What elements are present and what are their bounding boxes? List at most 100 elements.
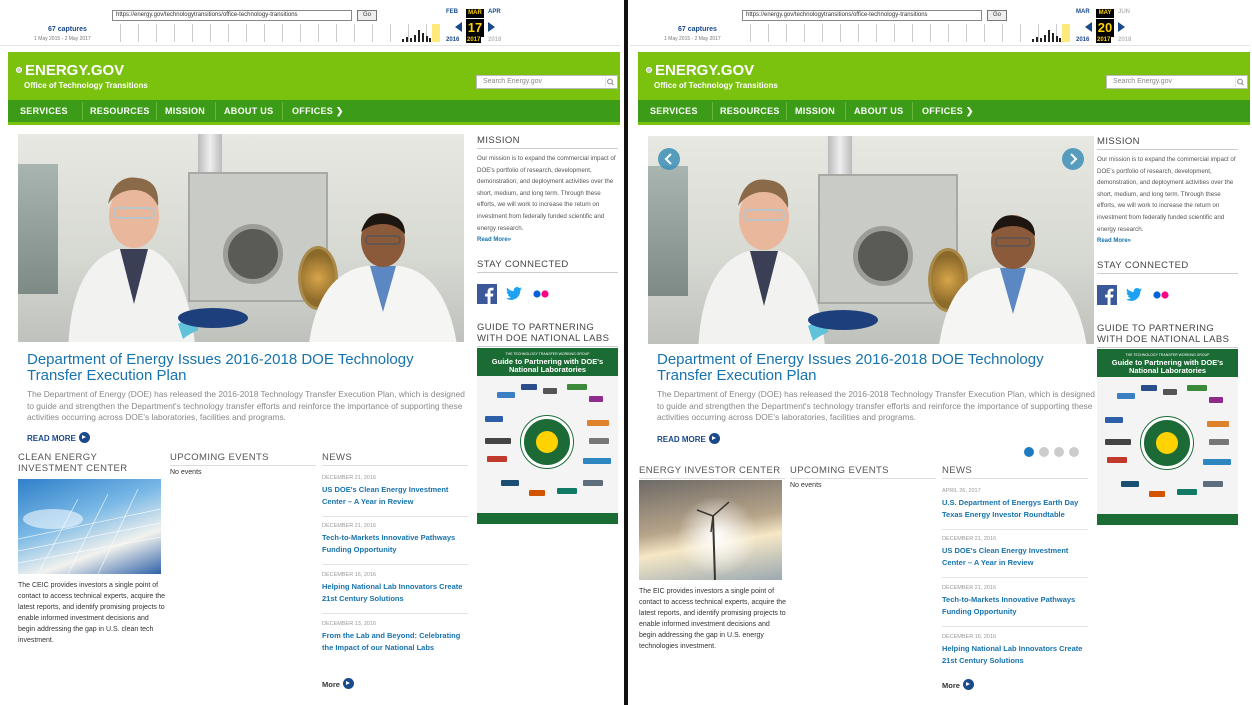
news-title-link[interactable]: Helping National Lab Innovators Create 2… (322, 581, 472, 605)
wayback-captures-link[interactable]: 67 captures (678, 26, 717, 33)
wayback-timeline[interactable] (120, 24, 440, 42)
news-more-link[interactable]: More (322, 678, 354, 689)
nav-about-us[interactable]: ABOUT US (854, 100, 903, 122)
wayback-url-input[interactable]: https://energy.gov/technologytransitions… (112, 10, 352, 21)
wayback-next-arrow-icon[interactable] (1118, 22, 1125, 32)
office-title[interactable]: Office of Technology Transitions (654, 81, 778, 90)
seal-icon (16, 67, 22, 73)
wayback-current-month: MAY (1096, 9, 1114, 18)
guide-partnering-image[interactable]: THE TECHNOLOGY TRANSFER WORKING GROUP Gui… (1097, 349, 1238, 525)
feature-title[interactable]: Department of Energy Issues 2016-2018 DO… (657, 352, 1097, 384)
seal-icon (646, 67, 652, 73)
carousel-dot[interactable] (1054, 447, 1064, 457)
nav-services[interactable]: SERVICES (650, 100, 698, 122)
wayback-prev-year[interactable]: 2016 (1076, 37, 1089, 43)
guide-partnering-image[interactable]: THE TECHNOLOGY TRANSFER WORKING GROUP Gui… (477, 348, 618, 524)
wayback-sparkline (400, 28, 432, 42)
search-input[interactable]: Search Energy.gov (1106, 75, 1248, 89)
search-icon[interactable] (605, 77, 615, 87)
wayback-go-button[interactable]: Go (357, 10, 377, 21)
carousel-prev-button[interactable] (658, 148, 680, 170)
carousel-dot[interactable] (1069, 447, 1079, 457)
wayback-next-month[interactable]: APR (488, 9, 501, 15)
arrow-right-circle-icon (78, 432, 90, 443)
wayback-prev-arrow-icon[interactable] (1085, 22, 1092, 32)
carousel-dot[interactable] (1039, 447, 1049, 457)
flickr-icon[interactable] (1151, 285, 1171, 305)
stay-connected-rule (477, 272, 618, 273)
mission-rule (1097, 149, 1238, 150)
feature-title[interactable]: Department of Energy Issues 2016-2018 DO… (27, 352, 467, 384)
lab-logo (567, 384, 587, 390)
feature-body: The Department of Energy (DOE) has relea… (27, 389, 465, 422)
news-rule (942, 478, 1088, 479)
search-icon[interactable] (1235, 77, 1245, 87)
facebook-icon[interactable] (1097, 285, 1117, 305)
nav-resources[interactable]: RESOURCES (90, 100, 150, 122)
lab-logo (1163, 389, 1177, 395)
twitter-icon[interactable] (1124, 285, 1144, 305)
wind-turbine-image[interactable] (639, 480, 782, 580)
read-more-button[interactable]: READ MORE (27, 432, 90, 443)
news-more-link[interactable]: More (942, 679, 974, 690)
news-rule (322, 465, 468, 466)
wayback-prev-arrow-icon[interactable] (455, 22, 462, 32)
mission-heading: MISSION (1097, 136, 1140, 147)
nav-services[interactable]: SERVICES (20, 100, 68, 122)
news-title-link[interactable]: US DOE's Clean Energy Investment Center … (942, 545, 1092, 569)
energy-gov-logo[interactable]: ENERGY.GOV (646, 62, 754, 79)
news-title-link[interactable]: From the Lab and Beyond: Celebrating the… (322, 630, 472, 654)
hero-image[interactable] (18, 134, 464, 342)
wayback-toolbar: https://energy.gov/technologytransitions… (630, 0, 1250, 46)
wayback-prev-month[interactable]: MAR (1076, 9, 1090, 15)
wayback-go-button[interactable]: Go (987, 10, 1007, 21)
carousel-next-button[interactable] (1062, 148, 1084, 170)
nav-offices[interactable]: OFFICES ❯ (922, 100, 974, 122)
solar-panels-image[interactable] (18, 479, 161, 574)
wayback-current-day: 17 (466, 19, 484, 37)
facebook-icon[interactable] (477, 284, 497, 304)
events-rule (170, 465, 316, 466)
read-more-button[interactable]: READ MORE (657, 433, 720, 444)
twitter-icon[interactable] (504, 284, 524, 304)
nav-mission[interactable]: MISSION (165, 100, 205, 122)
wayback-prev-month[interactable]: FEB (446, 9, 458, 15)
wayback-current-year-highlight (432, 24, 440, 42)
feature-body: The Department of Energy (DOE) has relea… (657, 389, 1095, 422)
mission-read-more-link[interactable]: Read More» (1097, 238, 1131, 244)
hero-image[interactable] (648, 136, 1094, 344)
news-title-link[interactable]: US DOE's Clean Energy Investment Center … (322, 484, 472, 508)
news-title-link[interactable]: Tech-to-Markets Innovative Pathways Fund… (322, 532, 472, 556)
news-title-link[interactable]: Helping National Lab Innovators Create 2… (942, 643, 1092, 667)
news-title-link[interactable]: U.S. Department of Energys Earth Day Tex… (942, 497, 1092, 521)
wayback-captures-link[interactable]: 67 captures (48, 26, 87, 33)
doe-seal-icon (1141, 417, 1193, 469)
flickr-icon[interactable] (531, 284, 551, 304)
nav-resources[interactable]: RESOURCES (720, 100, 780, 122)
lab-logo (1177, 489, 1197, 495)
energy-gov-logo[interactable]: ENERGY.GOV (16, 62, 124, 79)
wayback-capture-range: 1 May 2015 - 2 May 2017 (664, 36, 721, 42)
lab-logo (589, 396, 603, 402)
wayback-next-arrow-icon[interactable] (488, 22, 495, 32)
investment-center-heading[interactable]: CLEAN ENERGY INVESTMENT CENTER (18, 452, 158, 474)
wayback-timeline[interactable] (750, 24, 1070, 42)
wayback-url-input[interactable]: https://energy.gov/technologytransitions… (742, 10, 982, 21)
mission-text: Our mission is to expand the commercial … (1097, 156, 1236, 233)
news-title-link[interactable]: Tech-to-Markets Innovative Pathways Fund… (942, 594, 1092, 618)
wayback-prev-year[interactable]: 2016 (446, 37, 459, 43)
carousel-dot[interactable] (1024, 447, 1034, 457)
investment-center-heading[interactable]: ENERGY INVESTOR CENTER (639, 465, 789, 476)
news-separator (322, 613, 468, 614)
events-heading: UPCOMING EVENTS (170, 452, 269, 463)
wayback-month-nav: FEB MAR APR 17 2016 2017 2018 (444, 2, 514, 46)
main-nav: SERVICES RESOURCES MISSION ABOUT US OFFI… (638, 100, 1250, 122)
nav-about-us[interactable]: ABOUT US (224, 100, 273, 122)
lab-logo (557, 488, 577, 494)
nav-mission[interactable]: MISSION (795, 100, 835, 122)
mission-read-more-link[interactable]: Read More» (477, 237, 511, 243)
nav-offices[interactable]: OFFICES ❯ (292, 100, 344, 122)
search-input[interactable]: Search Energy.gov (476, 75, 618, 89)
news-item: DECEMBER 13, 2016 From the Lab and Beyond… (322, 620, 472, 654)
office-title[interactable]: Office of Technology Transitions (24, 81, 148, 90)
